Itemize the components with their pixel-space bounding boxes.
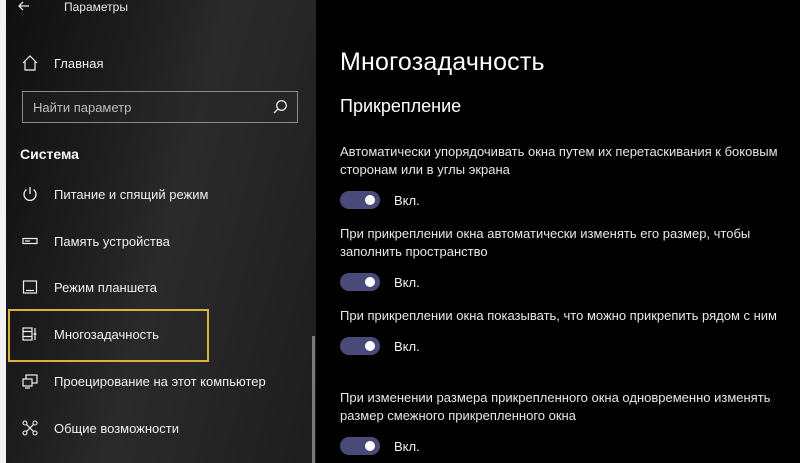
sidebar-item-tablet-mode[interactable]: Режим планшета [16,267,306,307]
toggle-switch[interactable] [340,273,380,291]
sidebar-item-home[interactable]: Главная [16,43,306,83]
shared-experiences-icon [20,418,40,438]
sidebar-item-label: Общие возможности [54,420,180,436]
sidebar-item-shared-experiences[interactable]: Общие возможности [16,408,306,448]
back-button[interactable] [14,0,34,16]
section-title: Система [20,146,79,162]
setting-description: При прикреплении окна показывать, что мо… [340,308,777,323]
setting-snap-resize-fill: При прикреплении окна автоматически изме… [340,225,780,291]
toggle-row: Вкл. [340,273,780,291]
toggle-knob [365,195,375,205]
app-title: Параметры [64,0,128,14]
tablet-mode-icon [20,277,40,297]
toggle-state-label: Вкл. [394,438,420,454]
storage-icon [20,231,40,251]
sidebar-item-label: Режим планшета [54,279,157,295]
toggle-knob [365,277,375,287]
main-content: Многозадачность Прикрепление Автоматичес… [316,0,800,463]
toggle-row: Вкл. [340,437,780,455]
sidebar-item-label: Питание и спящий режим [54,186,209,202]
projecting-icon [20,371,40,391]
title-bar: Параметры [0,0,316,18]
group-title: Прикрепление [340,96,462,116]
sidebar-scrollbar[interactable] [312,336,315,463]
setting-description: Автоматически упорядочивать окна путем и… [340,144,778,177]
setting-snap-assist: При прикреплении окна показывать, что мо… [340,307,780,355]
toggle-knob [365,341,375,351]
sidebar-item-label: Главная [54,55,104,71]
toggle-state-label: Вкл. [394,274,420,290]
back-arrow-icon [18,1,29,11]
home-icon [20,53,40,73]
sidebar-item-label: Проецирование на этот компьютер [54,373,266,389]
edge-mark: 5 [0,370,6,381]
sidebar-item-projecting[interactable]: Проецирование на этот компьютер [16,361,306,401]
search-icon [273,100,287,114]
search-input[interactable]: Найти параметр [22,91,298,123]
search-placeholder: Найти параметр [33,99,132,115]
sidebar: Параметры Главная Найти параметр Система… [0,0,316,463]
toggle-state-label: Вкл. [394,192,420,208]
sidebar-item-label: Память устройства [54,233,170,249]
setting-snap-resize-adjacent: При изменении размера прикрепленного окн… [340,389,780,455]
setting-snap-arrange: Автоматически упорядочивать окна путем и… [340,143,780,209]
toggle-knob [365,441,375,451]
toggle-switch[interactable] [340,337,380,355]
toggle-switch[interactable] [340,437,380,455]
setting-description: При прикреплении окна автоматически изме… [340,226,751,259]
sidebar-item-storage[interactable]: Память устройства [16,221,306,261]
sidebar-item-power-sleep[interactable]: Питание и спящий режим [16,174,306,214]
toggle-row: Вкл. [340,191,780,209]
toggle-switch[interactable] [340,191,380,209]
toggle-row: Вкл. [340,337,780,355]
toggle-state-label: Вкл. [394,338,420,354]
page-title: Многозадачность [340,48,545,76]
setting-description: При изменении размера прикрепленного окн… [340,390,771,423]
power-icon [20,184,40,204]
selection-highlight [8,309,209,362]
